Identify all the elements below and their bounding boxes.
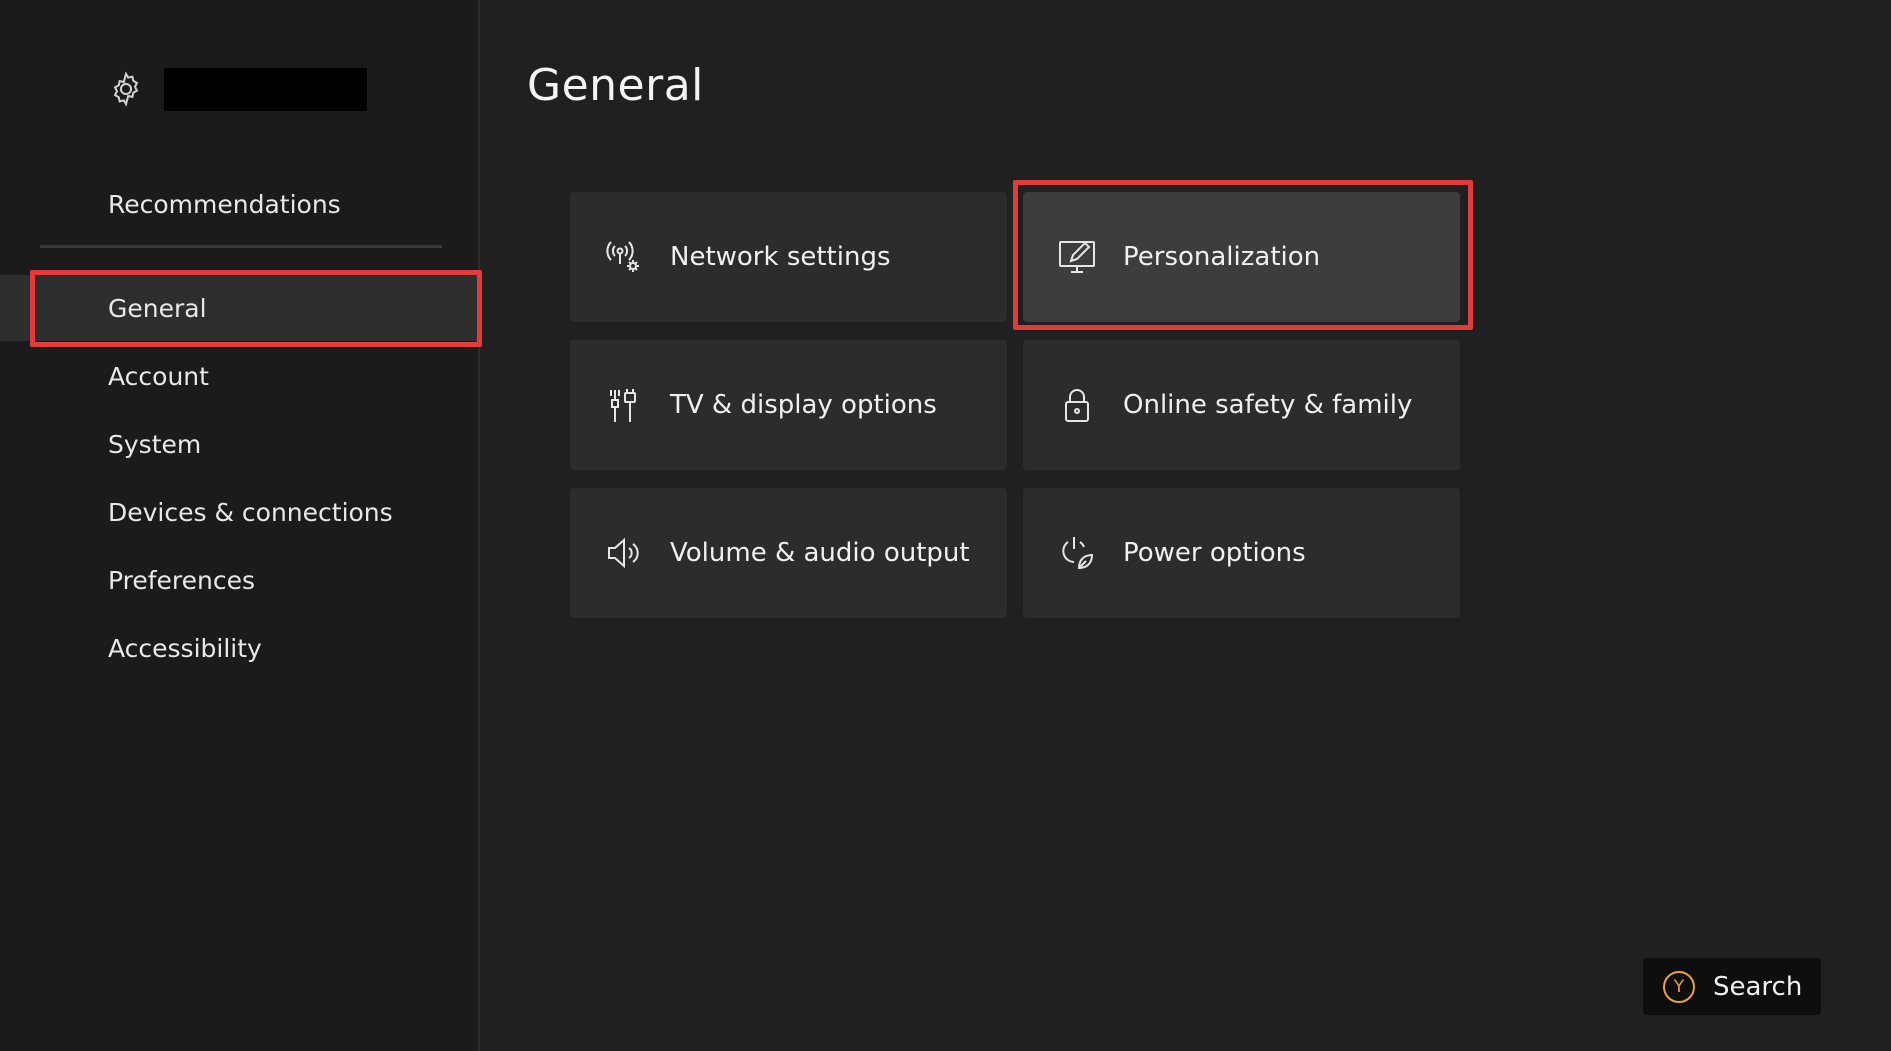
tile-label: Power options [1123,538,1306,568]
sidebar-divider [40,245,442,248]
sidebar-item-accessibility[interactable]: Accessibility [108,634,262,664]
tile-volume-audio-output[interactable]: Volume & audio output [570,488,1007,618]
settings-app: Recommendations General Account System D… [0,0,1891,1051]
tile-label: Online safety & family [1123,390,1413,420]
tile-label: TV & display options [670,390,937,420]
tile-online-safety-family[interactable]: Online safety & family [1023,340,1460,470]
sidebar: Recommendations General Account System D… [0,0,480,1051]
tv-display-icon [604,385,644,425]
sidebar-item-recommendations[interactable]: Recommendations [108,190,341,219]
page-title: General [527,60,704,111]
gear-icon [106,69,146,109]
power-leaf-icon [1057,533,1097,573]
sidebar-item-devices-connections[interactable]: Devices & connections [108,498,393,528]
sidebar-item-preferences[interactable]: Preferences [108,566,255,596]
personalization-highlight-box [1013,180,1473,330]
search-label: Search [1713,971,1803,1002]
y-button-icon: Y [1663,970,1695,1003]
network-settings-icon [604,237,644,277]
tile-label: Volume & audio output [670,538,970,568]
tile-network-settings[interactable]: Network settings [570,192,1007,322]
redacted-gamertag [164,67,367,111]
general-highlight-box [30,270,482,347]
search-button[interactable]: Y Search [1643,958,1821,1015]
sidebar-header [106,64,367,114]
tile-label: Network settings [670,242,891,272]
tile-power-options[interactable]: Power options [1023,488,1460,618]
tile-tv-display-options[interactable]: TV & display options [570,340,1007,470]
sidebar-item-account[interactable]: Account [108,362,209,392]
lock-icon [1057,385,1097,425]
speaker-icon [604,533,644,573]
sidebar-item-system[interactable]: System [108,430,201,460]
